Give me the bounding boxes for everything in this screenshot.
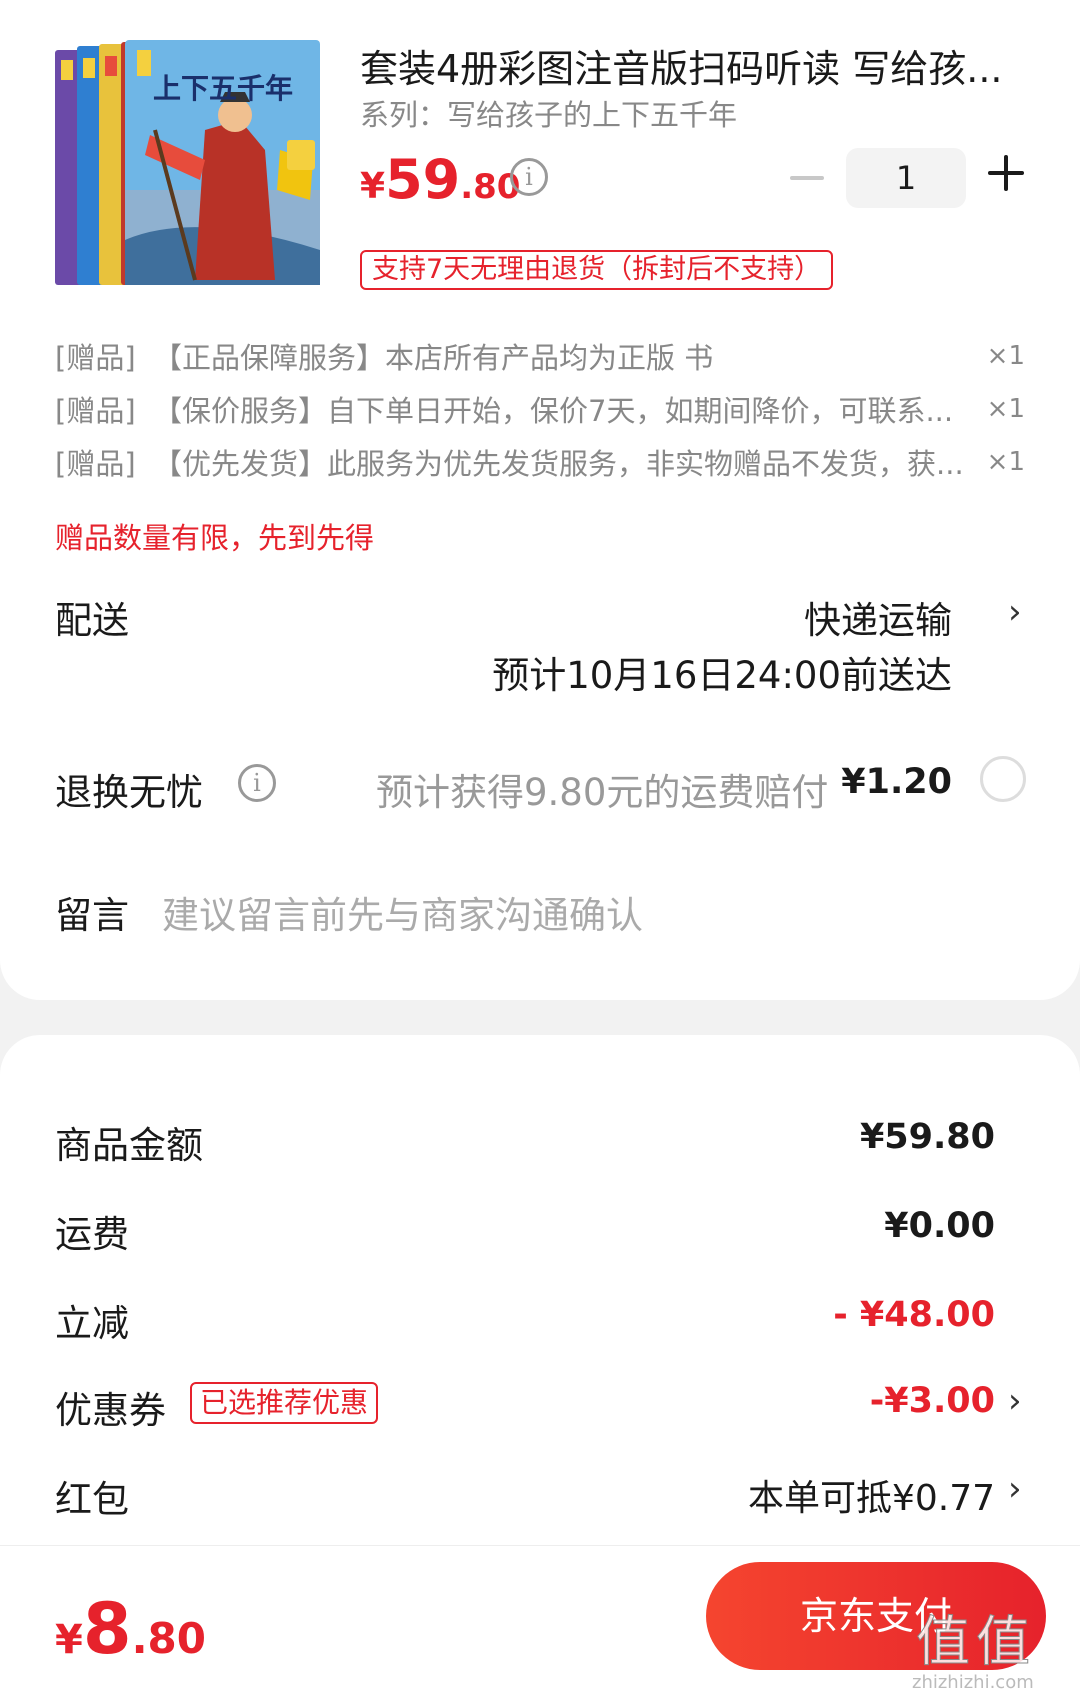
return-service-desc: 预计获得9.80元的运费赔付 xyxy=(376,771,829,814)
gift-text: 【保价服务】自下单日开始，保价7天，如期间降价，可联系... xyxy=(153,394,954,428)
coupon-value[interactable]: -¥3.00 xyxy=(870,1381,995,1421)
product-series: 系列：写给孩子的上下五千年 xyxy=(360,98,738,132)
watermark-site: zhizhizhi.com xyxy=(912,1672,1034,1693)
quantity-input[interactable]: 1 xyxy=(846,148,966,208)
gift-text: 【优先发货】此服务为优先发货服务，非实物赠品不发货，获... xyxy=(153,447,964,481)
gift-text: 【正品保障服务】本店所有产品均为正版 书 xyxy=(153,341,714,375)
coupon-label: 优惠券 xyxy=(55,1389,166,1432)
total-integer: 8 xyxy=(82,1588,132,1670)
goods-amount-label: 商品金额 xyxy=(55,1124,203,1167)
return-service-radio[interactable] xyxy=(980,756,1026,802)
coupon-selected-badge: 已选推荐优惠 xyxy=(190,1382,379,1424)
watermark-char: 值 xyxy=(976,1610,1030,1673)
price-integer: 59 xyxy=(385,148,461,211)
price-info-icon[interactable]: i xyxy=(510,158,548,196)
product-title[interactable]: 套装4册彩图注音版扫码听读 写给孩... xyxy=(360,38,1003,93)
gift-quantity: ×1 xyxy=(986,447,1025,477)
product-price: ¥59.80 xyxy=(360,148,520,211)
coupon-chevron-icon[interactable]: › xyxy=(1008,1381,1022,1421)
gift-row: [赠品] 【优先发货】此服务为优先发货服务，非实物赠品不发货，获... ×1 xyxy=(55,441,1025,481)
product-image[interactable]: 上下五千年 xyxy=(55,40,320,295)
instant-discount-value: - ¥48.00 xyxy=(833,1295,995,1335)
delivery-label: 配送 xyxy=(55,599,129,642)
delivery-method[interactable]: 快递运输 xyxy=(804,590,952,644)
gift-quantity: ×1 xyxy=(986,341,1025,371)
gift-tag: [赠品] xyxy=(55,394,136,428)
total-decimal: .80 xyxy=(131,1614,206,1663)
gift-quantity: ×1 xyxy=(986,394,1025,424)
delivery-eta: 预计10月16日24:00前送达 xyxy=(492,654,952,697)
message-label: 留言 xyxy=(55,894,129,937)
return-policy-badge: 支持7天无理由退货（拆封后不支持） xyxy=(360,250,834,290)
delivery-chevron-icon[interactable]: › xyxy=(1008,592,1022,632)
return-service-label: 退换无忧 xyxy=(55,771,203,814)
redpacket-value[interactable]: 本单可抵¥0.77 xyxy=(748,1469,995,1521)
total-currency: ¥ xyxy=(55,1617,83,1663)
gift-tag: [赠品] xyxy=(55,341,136,375)
gift-row: [赠品] 【保价服务】自下单日开始，保价7天，如期间降价，可联系... ×1 xyxy=(55,388,1025,428)
instant-discount-label: 立减 xyxy=(55,1302,129,1345)
quantity-increase-button[interactable] xyxy=(988,155,1024,191)
total-price: ¥8.80 xyxy=(55,1588,206,1670)
watermark-logo: 值 值 zhizhizhi.com xyxy=(912,1610,1034,1694)
price-currency: ¥ xyxy=(360,166,386,207)
shipping-fee-value: ¥0.00 xyxy=(884,1206,995,1246)
return-service-info-icon[interactable]: i xyxy=(238,764,276,802)
goods-amount-value: ¥59.80 xyxy=(859,1117,995,1157)
gift-row: [赠品] 【正品保障服务】本店所有产品均为正版 书 ×1 xyxy=(55,335,1025,375)
gift-tag: [赠品] xyxy=(55,447,136,481)
message-input[interactable]: 建议留言前先与商家沟通确认 xyxy=(162,885,643,939)
return-service-price: ¥1.20 xyxy=(841,762,952,802)
redpacket-chevron-icon[interactable]: › xyxy=(1008,1469,1022,1509)
redpacket-label: 红包 xyxy=(55,1478,129,1521)
shipping-fee-label: 运费 xyxy=(55,1213,129,1256)
product-cover-title: 上下五千年 xyxy=(153,72,293,105)
quantity-decrease-button[interactable] xyxy=(790,176,824,180)
watermark-char: 值 xyxy=(916,1610,970,1673)
gift-limit-notice: 赠品数量有限，先到先得 xyxy=(55,521,375,555)
